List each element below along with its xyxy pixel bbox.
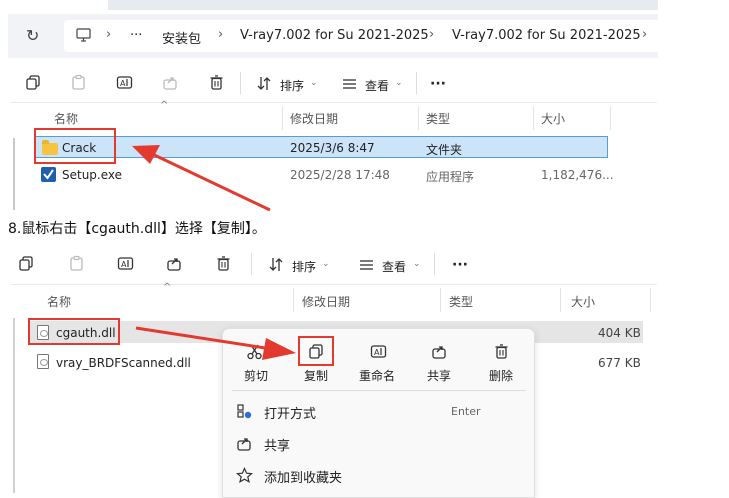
column-header-date[interactable]: 修改日期: [290, 110, 338, 127]
chevron-down-icon: ⌄: [310, 78, 318, 88]
toolbar-divider: [434, 253, 435, 275]
share-icon: [236, 435, 253, 456]
sort-icon: [256, 75, 273, 92]
svg-text:A: A: [374, 348, 380, 357]
menu-item-open-with[interactable]: 打开方式: [264, 403, 316, 422]
view-button[interactable]: 查看: [365, 77, 389, 94]
dll-file-icon: [37, 354, 49, 369]
column-header-name[interactable]: 名称: [54, 110, 78, 127]
chevron-right-icon: ›: [642, 27, 648, 42]
toolbar-divider: [251, 253, 252, 275]
file-type: 文件夹: [426, 143, 463, 157]
rename-icon[interactable]: A: [370, 343, 387, 364]
pointer-arrow: [135, 326, 296, 360]
column-separator: [440, 288, 441, 312]
view-button[interactable]: 查看: [382, 258, 406, 275]
column-header-type[interactable]: 类型: [449, 293, 473, 310]
svg-text:A: A: [121, 260, 127, 269]
step-caption: 8.鼠标右击【cgauth.dll】选择【复制】。: [8, 221, 266, 237]
breadcrumb-item[interactable]: V-ray7.002 for Su 2021-2025: [240, 28, 429, 43]
share-button[interactable]: 共享: [427, 367, 451, 384]
open-with-icon: [236, 403, 253, 424]
navigation-pane-edge: [13, 318, 15, 493]
explorer-window-top: ↻ › ··· 安装包 › V-ray7.002 for Su 2021-202…: [0, 0, 729, 215]
delete-button[interactable]: 删除: [489, 367, 513, 384]
column-header-date[interactable]: 修改日期: [302, 293, 350, 310]
refresh-icon[interactable]: ↻: [26, 26, 39, 45]
toolbar-divider: [416, 72, 417, 94]
column-header-size[interactable]: 大小: [571, 293, 595, 310]
file-size: 404 KB: [598, 326, 641, 340]
star-icon: [235, 467, 254, 488]
rename-icon[interactable]: A: [116, 74, 133, 91]
chevron-right-icon: ›: [429, 27, 435, 42]
menu-item-share[interactable]: 共享: [264, 435, 290, 454]
file-date: 2025/2/28 17:48: [290, 168, 390, 182]
view-icon: [341, 75, 358, 92]
navigation-pane-edge: [13, 138, 15, 210]
more-options-button[interactable]: ···: [452, 257, 468, 273]
column-separator: [610, 106, 611, 130]
rename-button[interactable]: 重命名: [359, 367, 395, 384]
breadcrumb-item[interactable]: 安装包: [162, 28, 201, 47]
chevron-down-icon: ⌄: [413, 259, 421, 269]
header-divider: [10, 102, 657, 103]
column-separator: [282, 106, 283, 130]
sort-icon: [268, 256, 285, 273]
file-type: 应用程序: [426, 170, 475, 184]
view-icon: [358, 256, 375, 273]
delete-icon[interactable]: [493, 343, 510, 364]
highlight-box: [34, 128, 116, 164]
column-separator: [293, 288, 294, 312]
pointer-arrow: [132, 145, 271, 212]
chevron-right-icon: ›: [106, 27, 112, 42]
chevron-down-icon: ⌄: [322, 259, 330, 269]
file-size: 677 KB: [598, 356, 641, 370]
share-icon[interactable]: [162, 74, 179, 91]
sort-ascending-icon: ^: [163, 282, 172, 293]
highlight-box: [28, 318, 120, 345]
column-separator: [533, 106, 534, 130]
more-options-button[interactable]: ···: [430, 76, 446, 92]
menu-item-add-to-favorites[interactable]: 添加到收藏夹: [264, 467, 342, 486]
file-date: 2025/3/6 8:47: [290, 141, 375, 155]
rename-icon[interactable]: A: [117, 255, 134, 272]
sort-ascending-icon: ^: [160, 100, 169, 111]
toolbar-divider: [240, 72, 241, 94]
breadcrumb-more[interactable]: ···: [130, 28, 142, 43]
column-header-type[interactable]: 类型: [426, 110, 450, 127]
paste-icon[interactable]: [68, 255, 85, 272]
copy-icon[interactable]: [18, 255, 35, 272]
svg-text:A: A: [120, 79, 126, 88]
column-separator: [418, 106, 419, 130]
share-icon[interactable]: [166, 255, 183, 272]
column-header-name[interactable]: 名称: [47, 293, 71, 310]
delete-icon[interactable]: [208, 74, 225, 91]
chevron-right-icon: ›: [218, 27, 224, 42]
setup-app-icon: [41, 167, 56, 182]
chevron-down-icon: ⌄: [395, 78, 403, 88]
file-name[interactable]: Setup.exe: [62, 168, 122, 182]
computer-icon[interactable]: [76, 27, 91, 46]
delete-icon[interactable]: [215, 255, 232, 272]
cut-button[interactable]: 剪切: [244, 367, 268, 384]
file-size: 1,182,476...: [541, 168, 614, 182]
column-separator: [650, 288, 651, 312]
copy-button[interactable]: 复制: [304, 367, 328, 384]
sort-button[interactable]: 排序: [280, 77, 304, 94]
highlight-box: [298, 336, 334, 366]
shortcut-enter: Enter: [451, 405, 481, 418]
column-header-size[interactable]: 大小: [541, 110, 565, 127]
breadcrumb-item[interactable]: V-ray7.002 for Su 2021-2025: [452, 28, 641, 43]
share-icon[interactable]: [431, 343, 448, 364]
menu-separator: [232, 390, 526, 391]
paste-icon[interactable]: [70, 74, 87, 91]
header-divider: [10, 284, 657, 285]
sort-button[interactable]: 排序: [292, 258, 316, 275]
column-separator: [560, 288, 561, 312]
copy-icon[interactable]: [25, 74, 42, 91]
title-strip: [108, 0, 658, 10]
